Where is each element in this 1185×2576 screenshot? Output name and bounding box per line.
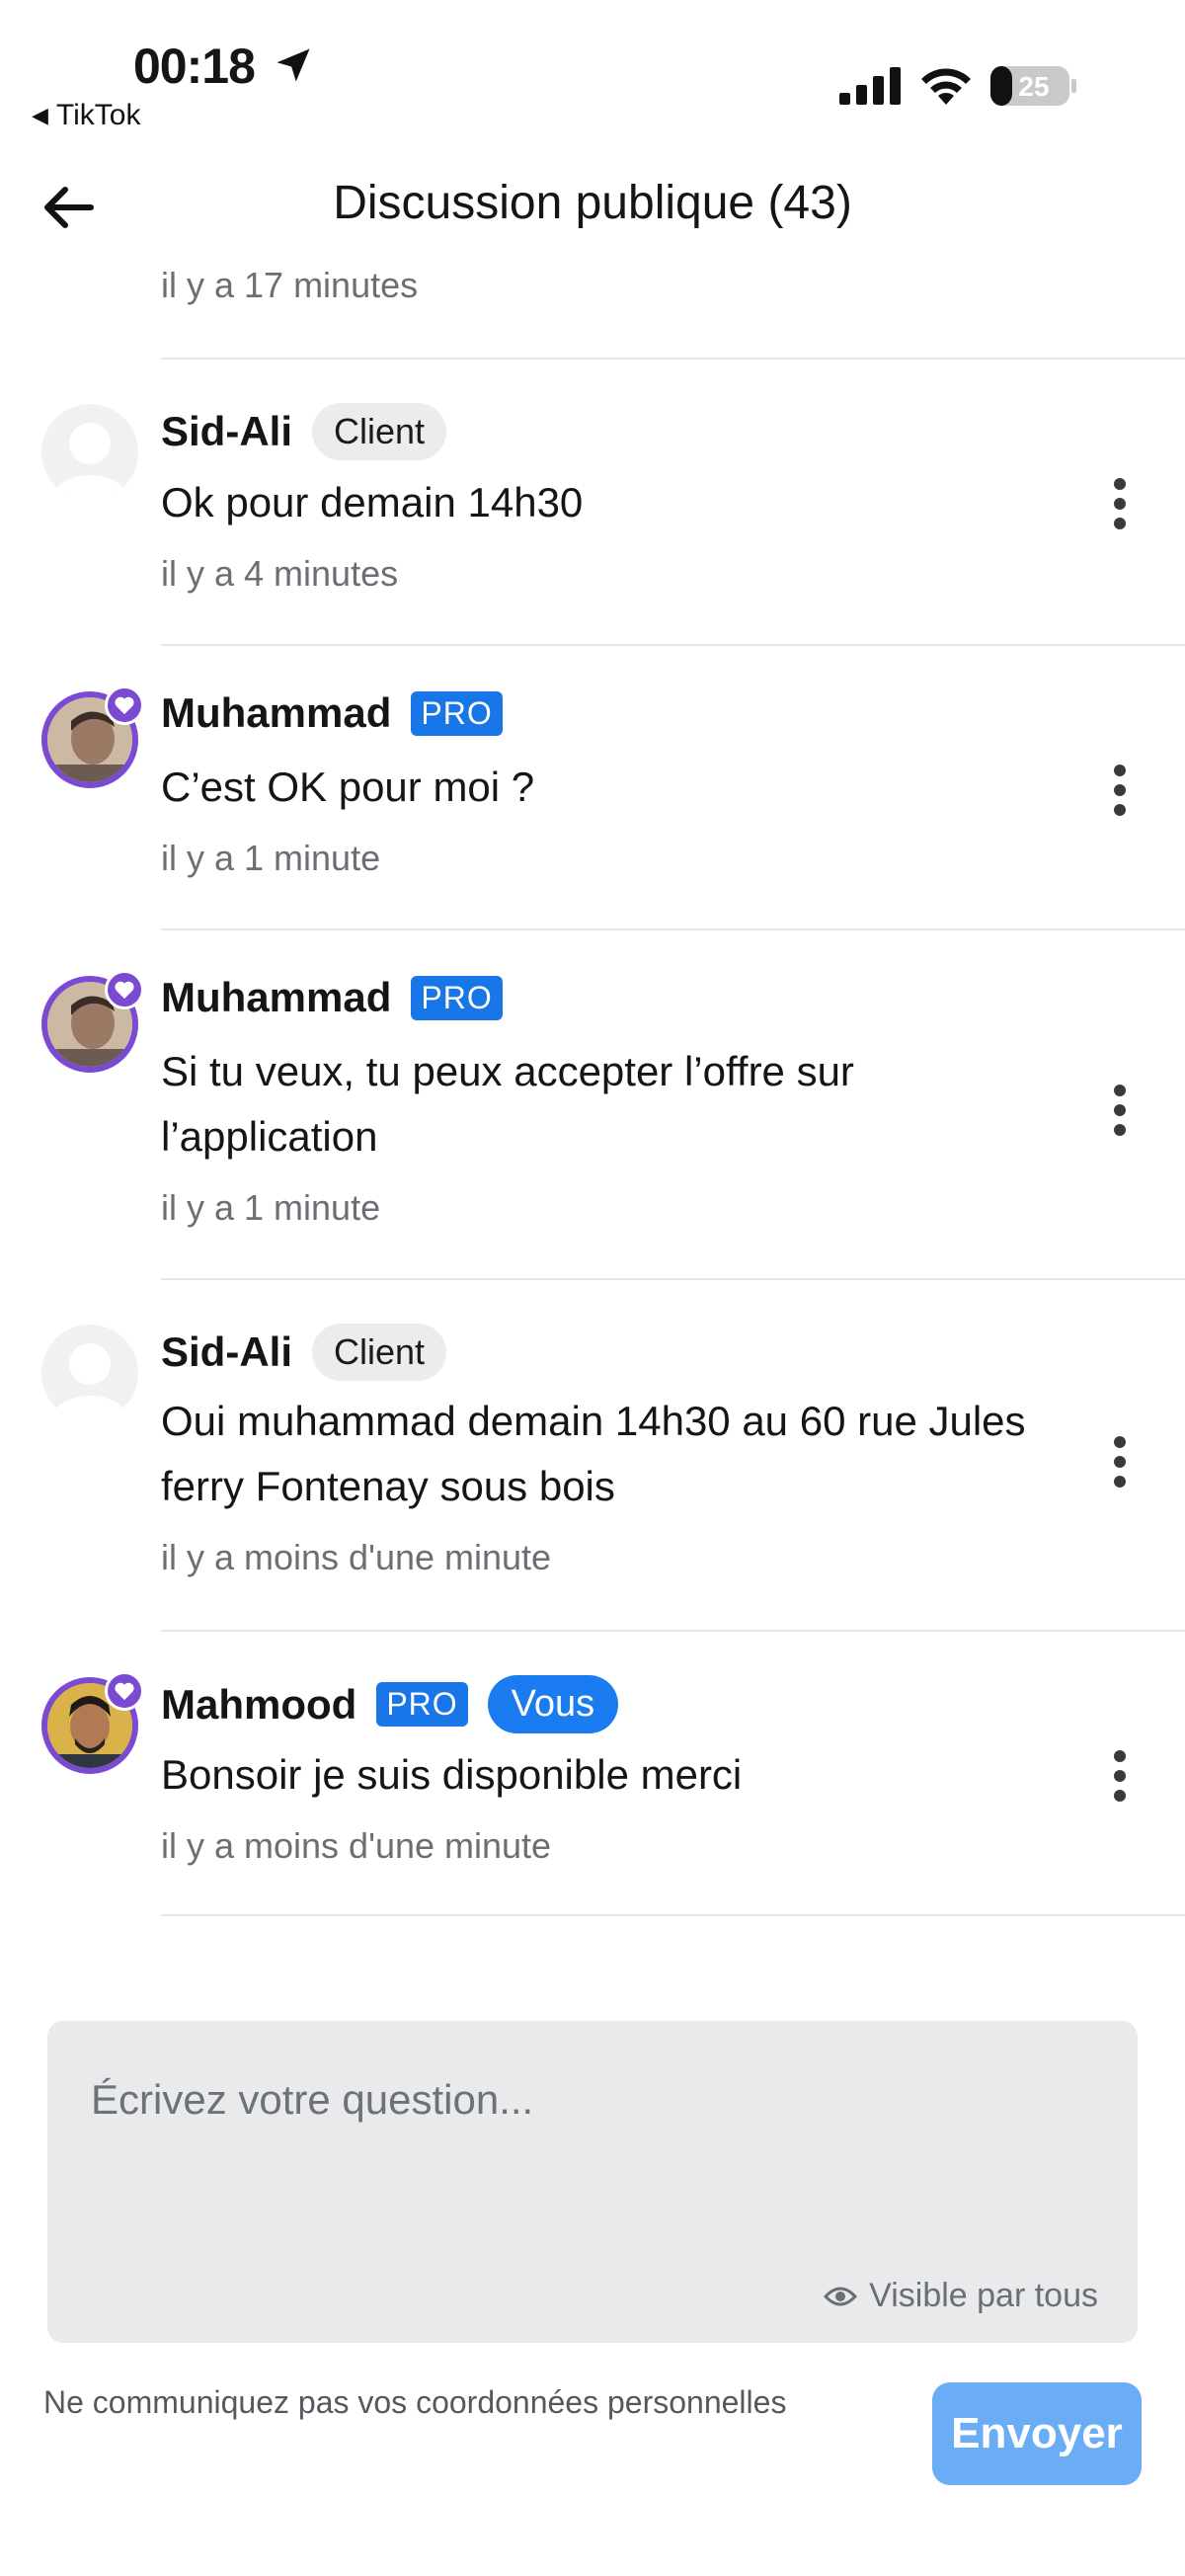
comment-time: il y a moins d'une minute — [161, 1537, 552, 1577]
more-vertical-icon[interactable] — [1108, 1434, 1132, 1489]
avatar — [41, 970, 144, 1073]
avatar — [41, 404, 138, 501]
comment-time: il y a 1 minute — [161, 838, 381, 878]
heart-badge — [105, 970, 144, 1009]
client-badge: Client — [312, 403, 447, 460]
back-app-label: TikTok — [55, 99, 141, 131]
comment-header: Mahmood PRO Vous — [161, 1675, 619, 1733]
pro-badge: PRO — [376, 1682, 468, 1727]
visibility-indicator: Visible par tous — [824, 2277, 1098, 2315]
more-vertical-icon[interactable] — [1108, 763, 1132, 818]
user-name[interactable]: Sid-Ali — [161, 1328, 292, 1376]
avatar — [41, 685, 144, 788]
battery-level: 25 — [1018, 71, 1049, 102]
heart-icon — [115, 1682, 134, 1701]
you-badge: Vous — [487, 1675, 619, 1733]
heart-badge — [105, 685, 144, 725]
divider — [161, 1278, 1185, 1280]
user-name[interactable]: Muhammad — [161, 974, 391, 1021]
avatar — [41, 1671, 144, 1774]
page-header: Discussion publique (43) — [0, 158, 1185, 257]
comment-text: Oui muhammad demain 14h30 au 60 rue Jule… — [161, 1398, 1026, 1509]
pro-badge: PRO — [411, 690, 503, 736]
send-button[interactable]: Envoyer — [932, 2382, 1142, 2485]
question-composer: Visible par tous — [47, 2021, 1138, 2343]
status-time: 00:18 — [133, 39, 256, 94]
battery-icon: 25 — [990, 66, 1076, 106]
comment-text: Bonsoir je suis disponible merci — [161, 1751, 743, 1798]
client-badge: Client — [312, 1324, 447, 1381]
avatar — [41, 1325, 138, 1421]
comment-text: Ok pour demain 14h30 — [161, 479, 584, 525]
more-vertical-icon[interactable] — [1108, 476, 1132, 531]
comment-text: Si tu veux, tu peux accepter l’offre sur… — [161, 1048, 854, 1160]
more-vertical-icon[interactable] — [1108, 1083, 1132, 1138]
heart-badge — [105, 1671, 144, 1711]
eye-icon — [824, 2287, 858, 2305]
comment-time: il y a 1 minute — [161, 1187, 381, 1228]
location-arrow-icon — [276, 48, 310, 82]
divider — [161, 928, 1185, 930]
divider — [161, 644, 1185, 646]
divider — [161, 1914, 1185, 1916]
divider — [161, 1630, 1185, 1632]
back-arrow-icon[interactable] — [40, 180, 97, 235]
privacy-disclaimer: Ne communiquez pas vos coordonnées perso… — [43, 2384, 787, 2420]
pro-badge: PRO — [411, 975, 503, 1020]
comment-time: il y a 17 minutes — [161, 265, 419, 305]
more-vertical-icon[interactable] — [1108, 1748, 1132, 1804]
user-name[interactable]: Sid-Ali — [161, 408, 292, 455]
comment-time: il y a 4 minutes — [161, 553, 399, 594]
back-triangle-icon: ◀ — [32, 103, 48, 127]
heart-icon — [115, 981, 134, 1000]
comment-header: Muhammad PRO — [161, 689, 503, 737]
visibility-label: Visible par tous — [869, 2277, 1098, 2314]
comment-header: Sid-Ali Client — [161, 403, 447, 460]
default-user-icon — [52, 423, 127, 501]
comment-header: Muhammad PRO — [161, 974, 503, 1021]
default-user-icon — [52, 1343, 127, 1421]
comment-time: il y a moins d'une minute — [161, 1825, 552, 1866]
wifi-icon — [921, 68, 971, 105]
divider — [161, 358, 1185, 360]
user-name[interactable]: Muhammad — [161, 689, 391, 737]
back-to-app-link[interactable]: ◀ TikTok — [32, 99, 140, 132]
comment-header: Sid-Ali Client — [161, 1324, 447, 1381]
heart-icon — [115, 696, 134, 715]
user-name[interactable]: Mahmood — [161, 1681, 356, 1729]
page-title: Discussion publique (43) — [333, 177, 852, 229]
status-bar: 00:18 ◀ TikTok 25 — [0, 0, 1185, 138]
signal-icon — [839, 67, 901, 105]
comment-text: C’est OK pour moi ? — [161, 764, 535, 810]
